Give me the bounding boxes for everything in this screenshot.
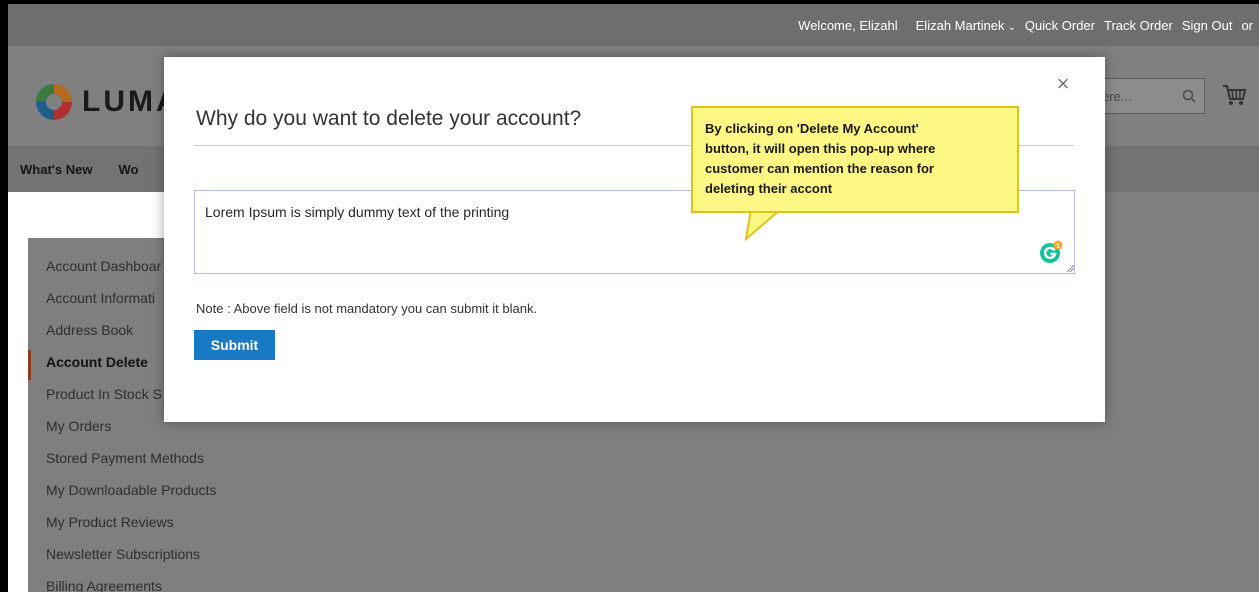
sidebar-item-my-orders[interactable]: My Orders: [46, 418, 111, 434]
close-icon[interactable]: ×: [1052, 73, 1074, 95]
quick-order-link[interactable]: Quick Order: [1025, 18, 1095, 33]
resize-grip-icon[interactable]: [1066, 264, 1074, 272]
page-frame: Welcome, Elizahl Elizah Martinek ⌄ Quick …: [8, 4, 1259, 592]
grammarly-icon[interactable]: 1: [1039, 240, 1063, 264]
callout-line: customer can mention the reason for: [705, 161, 934, 176]
sidebar-item-my-product-reviews[interactable]: My Product Reviews: [46, 514, 174, 530]
chevron-down-icon: ⌄: [1007, 21, 1016, 33]
sidebar-item-newsletter-subscriptions[interactable]: Newsletter Subscriptions: [46, 546, 200, 562]
or-text: or: [1241, 17, 1253, 33]
nav-item-whats-new[interactable]: What's New: [20, 162, 92, 177]
account-name: Elizah Martinek: [915, 17, 1005, 33]
sidebar-item-product-in-stock[interactable]: Product In Stock S: [46, 386, 162, 402]
sidebar-item-account-information[interactable]: Account Informati: [46, 290, 155, 306]
sidebar-item-my-downloadable-products[interactable]: My Downloadable Products: [46, 482, 216, 498]
annotation-callout: By clicking on 'Delete My Account' butto…: [691, 106, 1019, 213]
search-input[interactable]: ere...: [1093, 78, 1205, 114]
top-bar: Welcome, Elizahl Elizah Martinek ⌄ Quick …: [8, 4, 1259, 46]
logo[interactable]: LUMA: [36, 84, 181, 120]
modal-title: Why do you want to delete your account?: [196, 107, 582, 130]
cart-icon[interactable]: [1221, 82, 1247, 108]
submit-button[interactable]: Submit: [194, 330, 275, 360]
callout-line: deleting their accont: [705, 181, 833, 196]
search-placeholder: ere...: [1102, 88, 1132, 104]
optional-field-note: Note : Above field is not mandatory you …: [196, 301, 538, 316]
search-icon[interactable]: [1182, 89, 1196, 103]
sidebar-item-billing-agreements[interactable]: Billing Agreements: [46, 578, 162, 592]
nav-item-women[interactable]: Wo: [118, 162, 138, 177]
welcome-text: Welcome, Elizahl: [798, 17, 898, 33]
callout-line: button, it will open this pop-up where: [705, 141, 936, 156]
sidebar-item-account-dashboard[interactable]: Account Dashboar: [46, 258, 161, 274]
callout-line: By clicking on 'Delete My Account': [705, 121, 919, 136]
luma-logo-icon: [36, 84, 72, 120]
active-item-indicator: [28, 350, 31, 380]
sign-out-link[interactable]: Sign Out: [1182, 18, 1233, 33]
sidebar-item-address-book[interactable]: Address Book: [46, 322, 133, 338]
callout-pointer: [744, 209, 783, 241]
sidebar-item-account-delete[interactable]: Account Delete: [46, 354, 148, 370]
svg-text:1: 1: [1056, 243, 1060, 250]
track-order-link[interactable]: Track Order: [1104, 18, 1173, 33]
sidebar-item-stored-payment-methods[interactable]: Stored Payment Methods: [46, 450, 204, 466]
account-menu[interactable]: Elizah Martinek ⌄: [907, 18, 1016, 33]
